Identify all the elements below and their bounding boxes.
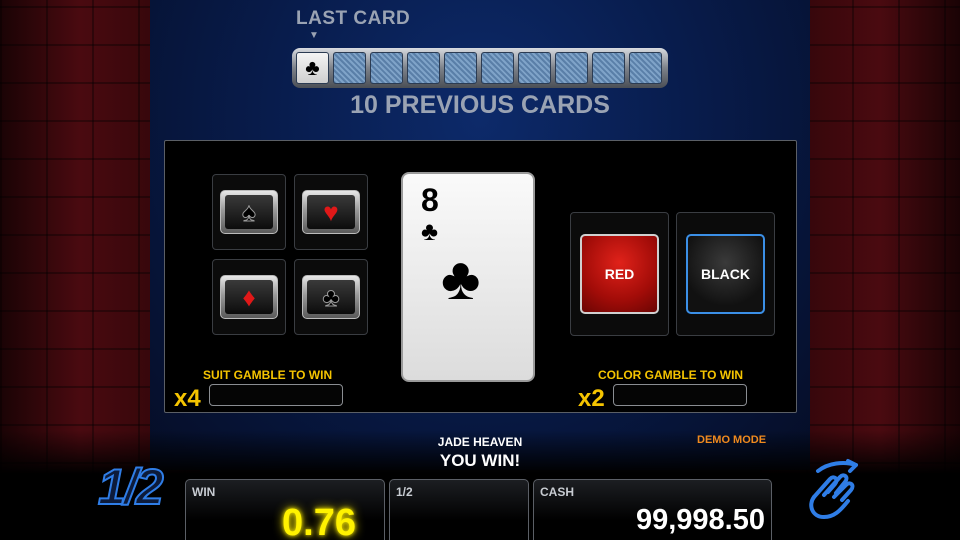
suit-multiplier: x4 [174,385,201,412]
cash-title: CASH [540,485,575,499]
current-card: 8 ♣ ♣ [401,172,535,382]
game-name: JADE HEAVEN [437,435,523,449]
collect-hand-icon[interactable] [804,457,862,521]
club-icon: ♣ [307,280,355,314]
spade-icon: ♠ [225,195,273,229]
win-box: WIN 0.76 [185,479,385,540]
hidden-card [370,52,403,84]
red-cell: RED [570,212,669,336]
gamble-panel: ♠ ♥ ♦ ♣ 8 ♣ ♣ RED BLACK SUIT GAMBLE TO W… [164,140,797,413]
suit-cell-diamonds: ♦ [212,259,286,335]
demo-mode-label: DEMO MODE [697,434,767,446]
heart-icon: ♥ [307,195,355,229]
last-card-label: LAST CARD [296,8,411,29]
hidden-card [629,52,662,84]
previous-cards-label: 10 PREVIOUS CARDS [350,91,610,119]
color-gamble-label: COLOR GAMBLE TO WIN [598,368,744,382]
cash-value: 99,998.50 [635,504,765,536]
suit-cell-spades: ♠ [212,174,286,250]
half-gamble-button[interactable]: 1/2 [97,458,164,516]
black-cell: BLACK [676,212,775,336]
suit-gamble-value [209,384,343,406]
club-icon: ♣ [421,216,439,246]
hidden-card [555,52,588,84]
hearts-button[interactable]: ♥ [302,190,360,234]
clubs-button[interactable]: ♣ [302,275,360,319]
black-button[interactable]: BLACK [686,234,765,314]
previous-cards-strip: ♣ [292,48,668,88]
red-button[interactable]: RED [580,234,659,314]
card-rank: 8 [421,182,439,218]
win-message: YOU WIN! [439,451,521,470]
hidden-card [481,52,514,84]
hidden-card [592,52,625,84]
color-multiplier: x2 [578,385,605,412]
hidden-card [333,52,366,84]
club-icon: ♣ [441,245,481,312]
cash-box: CASH 99,998.50 [533,479,772,540]
down-arrow-icon: ▼ [309,30,319,41]
suit-gamble-label: SUIT GAMBLE TO WIN [203,368,333,382]
win-value: 0.76 [282,502,356,540]
half-title: 1/2 [396,485,413,499]
suit-cell-hearts: ♥ [294,174,368,250]
last-card-clubs: ♣ [296,52,329,84]
win-title: WIN [192,485,216,499]
diamond-icon: ♦ [225,280,273,314]
spades-button[interactable]: ♠ [220,190,278,234]
diamonds-button[interactable]: ♦ [220,275,278,319]
color-gamble-value [613,384,747,406]
hidden-card [407,52,440,84]
hidden-card [444,52,477,84]
suit-cell-clubs: ♣ [294,259,368,335]
hidden-card [518,52,551,84]
half-box: 1/2 [389,479,529,540]
